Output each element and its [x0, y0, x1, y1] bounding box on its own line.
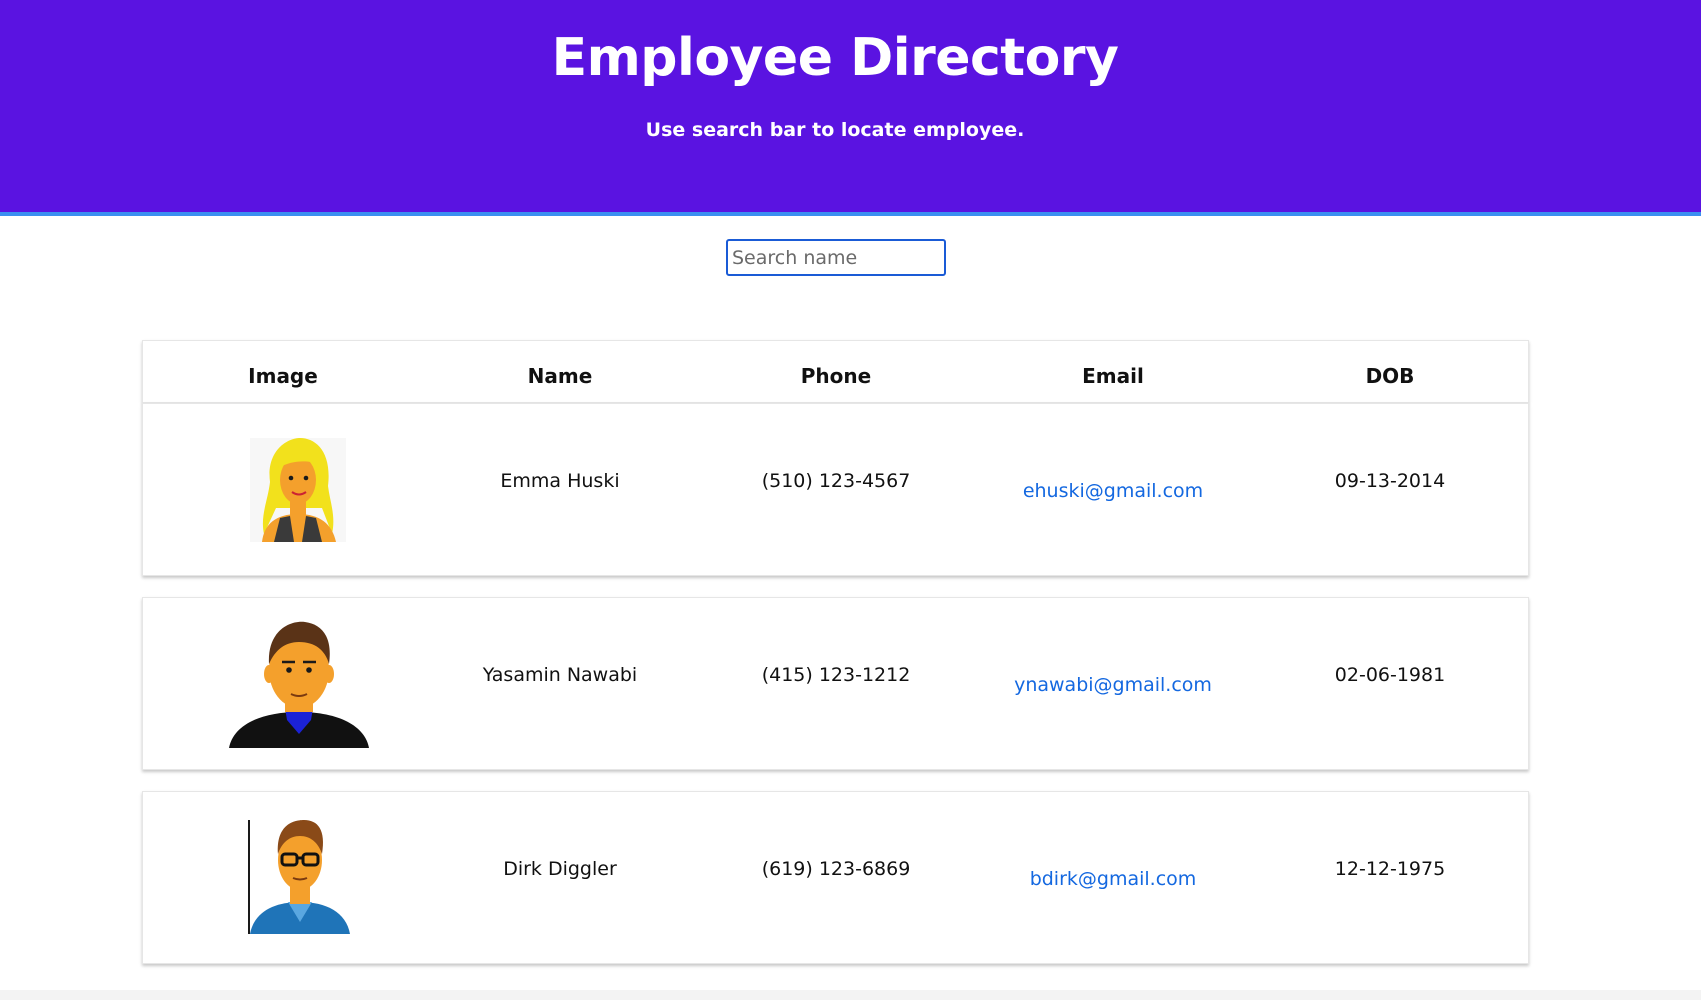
employee-dob: 02-06-1981	[1334, 664, 1446, 686]
man-glasses-avatar-icon	[248, 820, 350, 934]
woman-blonde-avatar-icon	[250, 438, 346, 542]
page-title: Employee Directory	[551, 28, 1119, 88]
employee-name: Yasamin Nawabi	[482, 664, 638, 686]
employee-phone: (619) 123-6869	[761, 858, 911, 880]
table-header: Image Name Phone Email DOB	[142, 340, 1529, 403]
column-header-dob[interactable]: DOB	[1250, 364, 1530, 388]
employee-name: Emma Huski	[500, 470, 620, 492]
search-input[interactable]	[726, 239, 946, 276]
page-subtitle: Use search bar to locate employee.	[645, 119, 1025, 141]
employee-phone: (415) 123-1212	[761, 664, 911, 686]
employee-email-link[interactable]: ynawabi@gmail.com	[973, 674, 1253, 696]
column-header-name[interactable]: Name	[420, 364, 700, 388]
employee-phone: (510) 123-4567	[761, 470, 911, 492]
employee-name: Dirk Diggler	[503, 858, 617, 880]
man-dark-shirt-avatar-icon	[229, 621, 369, 748]
employee-email-link[interactable]: ehuski@gmail.com	[973, 480, 1253, 502]
employee-dob: 09-13-2014	[1334, 470, 1446, 492]
column-header-image[interactable]: Image	[143, 364, 423, 388]
column-header-phone[interactable]: Phone	[696, 364, 976, 388]
employee-email-link[interactable]: bdirk@gmail.com	[973, 868, 1253, 890]
table-row: Yasamin Nawabi (415) 123-1212 ynawabi@gm…	[142, 597, 1529, 770]
page-header: Employee Directory Use search bar to loc…	[0, 0, 1701, 216]
employee-dob: 12-12-1975	[1334, 858, 1446, 880]
table-row: Emma Huski (510) 123-4567 ehuski@gmail.c…	[142, 403, 1529, 576]
page-bottom-edge	[0, 990, 1701, 1000]
table-row: Dirk Diggler (619) 123-6869 bdirk@gmail.…	[142, 791, 1529, 964]
column-header-email[interactable]: Email	[973, 364, 1253, 388]
